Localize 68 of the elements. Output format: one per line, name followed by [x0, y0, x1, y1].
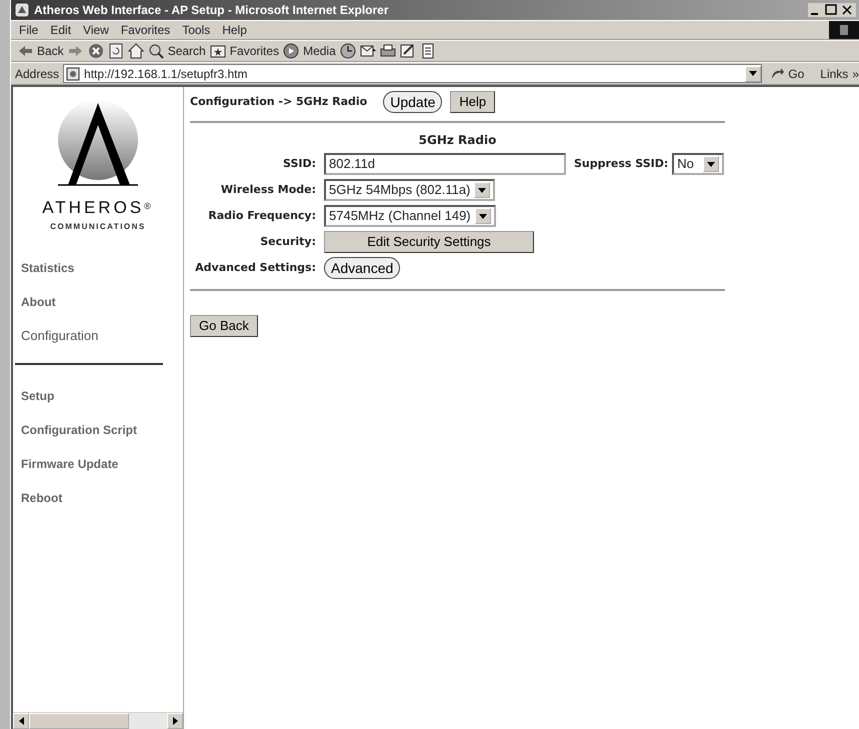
- text-field[interactable]: 802.11d: [324, 153, 566, 175]
- edit-icon[interactable]: [400, 43, 416, 59]
- caret-icon: [478, 188, 486, 192]
- advanced-button[interactable]: Advanced: [324, 257, 400, 279]
- security-settings-button[interactable]: Edit Security Settings: [324, 231, 534, 253]
- field-label: Wireless Mode:: [220, 182, 317, 198]
- go-button[interactable]: Go: [766, 64, 808, 82]
- close-icon[interactable]: [840, 3, 856, 17]
- menu-item[interactable]: View: [83, 21, 109, 39]
- sidebar-link[interactable]: Reboot: [13, 480, 183, 514]
- home-icon[interactable]: [128, 43, 144, 59]
- section-title: 5GHz Radio: [418, 132, 498, 149]
- mail-icon[interactable]: [360, 43, 376, 59]
- window-title: Atheros Web Interface - AP Setup - Microsoft Internet Explorer: [34, 2, 390, 19]
- search-icon: [148, 43, 164, 59]
- page-icon: [66, 66, 80, 80]
- menu-item[interactable]: Tools: [182, 21, 210, 39]
- address-url: http://192.168.1.1/setupfr3.htm: [84, 66, 248, 82]
- links-button[interactable]: Links: [812, 64, 848, 82]
- caret-icon: [707, 162, 716, 166]
- field-label: SSID:: [282, 156, 317, 172]
- printer-icon[interactable]: [380, 43, 396, 59]
- sidebar-link[interactable]: About: [13, 284, 183, 318]
- refresh-icon[interactable]: [108, 43, 124, 59]
- toolbar-button[interactable]: Search: [148, 42, 206, 60]
- stop-icon[interactable]: [88, 43, 104, 59]
- right-arrow-icon[interactable]: [172, 716, 178, 724]
- field-label: Radio Frequency:: [207, 208, 317, 224]
- menu-item[interactable]: File: [19, 21, 38, 39]
- sidebar-link[interactable]: Setup: [13, 378, 183, 412]
- dropdown-field[interactable]: 5745MHz (Channel 149): [324, 205, 496, 227]
- go-arrow-icon: [770, 66, 784, 80]
- logo-tagline: COMMUNICATIONS: [49, 220, 147, 232]
- toolbar-button[interactable]: Favorites: [210, 42, 280, 60]
- breadcrumb-text: Configuration -> 5GHz Radio: [190, 94, 368, 110]
- browser-icon: [14, 2, 30, 18]
- menu-item[interactable]: Help: [222, 21, 247, 39]
- horizontal-scrollbar[interactable]: [13, 712, 183, 729]
- caret-icon: [749, 71, 758, 76]
- address-field[interactable]: http://192.168.1.1/setupfr3.htm: [63, 64, 762, 83]
- back-arrow-icon: [17, 43, 33, 59]
- field-label: Security:: [259, 234, 317, 250]
- toolbar-button[interactable]: Media: [283, 42, 336, 60]
- maximize-icon[interactable]: [824, 3, 840, 17]
- logo-wordmark: ATHEROS$^{®}$: [41, 197, 155, 219]
- more-button[interactable]: »: [852, 64, 859, 82]
- media-icon: [283, 43, 300, 59]
- update-button[interactable]: Update: [383, 91, 442, 113]
- minimize-icon[interactable]: [808, 3, 824, 17]
- favorites-icon: [210, 43, 226, 59]
- address-label: Address: [15, 66, 60, 82]
- caret-icon: [478, 214, 487, 218]
- sidebar-link[interactable]: Firmware Update: [13, 446, 183, 480]
- menu-item[interactable]: Favorites: [120, 21, 170, 39]
- document-icon[interactable]: [420, 43, 436, 59]
- sidebar-link[interactable]: Configuration Script: [13, 412, 183, 446]
- left-arrow-icon[interactable]: [18, 716, 24, 724]
- clock-icon[interactable]: [340, 43, 356, 59]
- sidebar-link[interactable]: Statistics: [13, 250, 183, 284]
- sidebar-link[interactable]: Configuration: [13, 318, 183, 352]
- go-back-button[interactable]: Go Back: [190, 315, 258, 337]
- field-label: Advanced Settings:: [194, 260, 317, 276]
- help-button[interactable]: Help: [450, 91, 496, 113]
- field-label: Suppress SSID:: [574, 156, 668, 172]
- dropdown-field[interactable]: No: [672, 153, 724, 175]
- dropdown-field[interactable]: 5GHz 54Mbps (802.11a): [324, 179, 496, 201]
- menu-item[interactable]: Edit: [50, 21, 72, 39]
- toolbar-button[interactable]: Back: [17, 42, 64, 60]
